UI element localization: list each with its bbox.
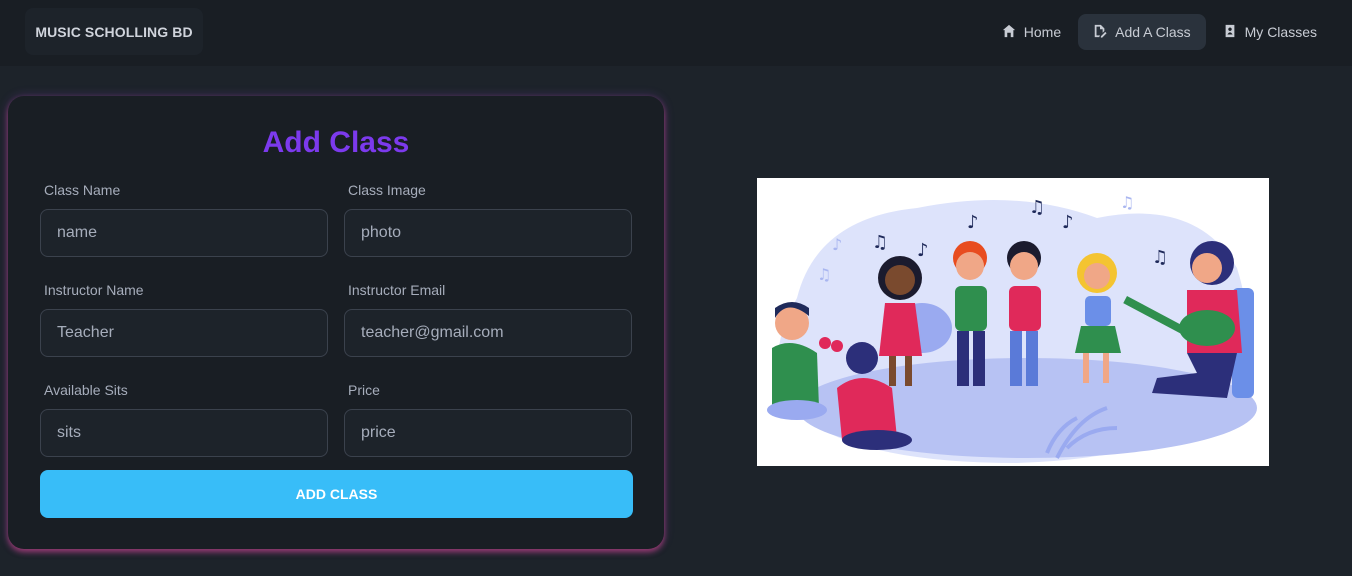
- svg-text:♫: ♫: [872, 232, 888, 253]
- instructor-email-field: Instructor Email teacher@gmail.com: [344, 281, 632, 357]
- price-input[interactable]: price: [344, 409, 632, 457]
- price-field: Price price: [344, 381, 632, 457]
- nav-item-add-a-class[interactable]: Add A Class: [1078, 14, 1206, 50]
- music-class-illustration: ♫ ♪ ♪ ♫ ♪ ♫ ♫ ♪ ♫: [757, 178, 1269, 466]
- svg-text:♪: ♪: [1062, 212, 1074, 233]
- available-sits-input[interactable]: sits: [40, 409, 328, 457]
- class-image-label: Class Image: [348, 182, 426, 198]
- navbar: MUSIC SCHOLLING BD Home Add A Class My C…: [0, 0, 1352, 66]
- nav-item-home[interactable]: Home: [987, 14, 1076, 50]
- svg-text:♪: ♪: [832, 235, 842, 254]
- form-title: Add Class: [262, 126, 410, 159]
- brand-logo[interactable]: MUSIC SCHOLLING BD: [25, 8, 203, 55]
- class-image-field: Class Image photo: [344, 181, 632, 257]
- svg-text:♪: ♪: [917, 240, 929, 261]
- svg-text:♫: ♫: [1029, 197, 1045, 218]
- class-image-input[interactable]: photo: [344, 209, 632, 257]
- class-name-input[interactable]: name: [40, 209, 328, 257]
- svg-text:♫: ♫: [817, 265, 831, 284]
- contact-card-icon: [1223, 24, 1237, 41]
- nav-item-label: My Classes: [1244, 24, 1317, 40]
- home-icon: [1002, 24, 1016, 41]
- instructor-name-label: Instructor Name: [44, 282, 144, 298]
- add-class-form-card: Add Class Class Name name Class Image ph…: [8, 96, 664, 549]
- svg-text:♫: ♫: [1120, 193, 1134, 212]
- price-label: Price: [348, 382, 380, 398]
- available-sits-field: Available Sits sits: [40, 381, 328, 457]
- nav-item-label: Home: [1023, 24, 1062, 40]
- nav-menu: Home Add A Class My Classes: [987, 14, 1332, 50]
- class-name-label: Class Name: [44, 182, 121, 198]
- available-sits-label: Available Sits: [44, 382, 128, 398]
- instructor-name-input[interactable]: Teacher: [40, 309, 328, 357]
- edit-file-icon: [1093, 24, 1107, 41]
- instructor-email-label: Instructor Email: [348, 282, 446, 298]
- instructor-email-input[interactable]: teacher@gmail.com: [344, 309, 632, 357]
- svg-text:♫: ♫: [1152, 247, 1168, 268]
- svg-text:♪: ♪: [967, 212, 979, 233]
- nav-item-my-classes[interactable]: My Classes: [1208, 14, 1332, 50]
- class-name-field: Class Name name: [40, 181, 328, 257]
- instructor-name-field: Instructor Name Teacher: [40, 281, 328, 357]
- nav-item-label: Add A Class: [1115, 24, 1191, 40]
- add-class-button[interactable]: ADD CLASS: [40, 470, 633, 518]
